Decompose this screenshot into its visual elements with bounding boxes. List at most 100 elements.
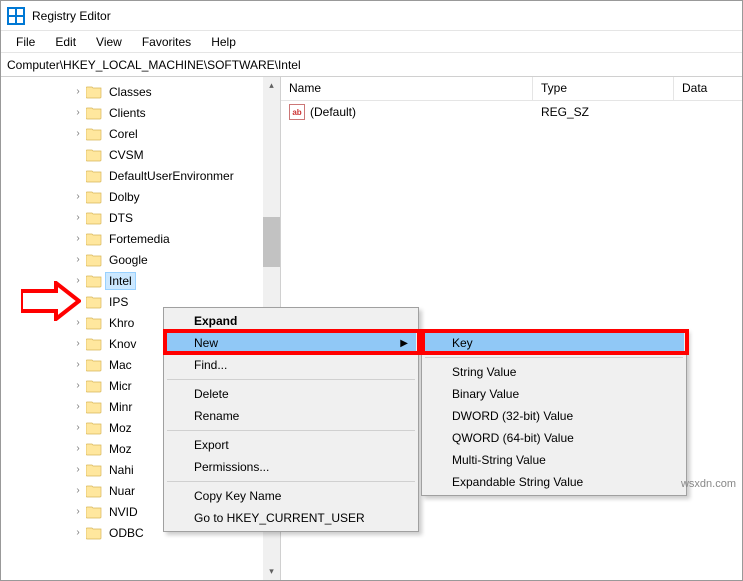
tree-item-label: Moz: [106, 420, 135, 436]
ctx-delete[interactable]: Delete: [166, 383, 416, 405]
expand-icon[interactable]: ›: [71, 254, 85, 265]
ctx-new-string[interactable]: String Value: [424, 361, 684, 383]
tree-item-label: Knov: [106, 336, 139, 352]
tree-item-corel[interactable]: › Corel: [1, 123, 280, 144]
ctx-new-multistring[interactable]: Multi-String Value: [424, 449, 684, 471]
expand-icon[interactable]: ›: [71, 128, 85, 139]
folder-icon: [86, 505, 102, 519]
column-data[interactable]: Data: [674, 77, 742, 100]
ctx-permissions[interactable]: Permissions...: [166, 456, 416, 478]
folder-icon: [86, 526, 102, 540]
menu-help[interactable]: Help: [202, 33, 245, 51]
context-submenu-new: Key String Value Binary Value DWORD (32-…: [421, 329, 687, 496]
value-type: REG_SZ: [533, 105, 674, 119]
column-type[interactable]: Type: [533, 77, 674, 100]
expand-icon[interactable]: ›: [71, 275, 85, 286]
ctx-new-label: New: [194, 336, 218, 350]
folder-icon: [86, 127, 102, 141]
folder-icon: [86, 316, 102, 330]
titlebar: Registry Editor: [1, 1, 742, 31]
expand-icon[interactable]: ›: [71, 191, 85, 202]
tree-item-label: Google: [106, 252, 151, 268]
folder-icon: [86, 421, 102, 435]
tree-item-classes[interactable]: › Classes: [1, 81, 280, 102]
tree-item-label: IPS: [106, 294, 131, 310]
column-name[interactable]: Name: [281, 77, 533, 100]
tree-item-label: NVID: [106, 504, 141, 520]
tree-item-clients[interactable]: › Clients: [1, 102, 280, 123]
tree-item-label: CVSM: [106, 147, 147, 163]
expand-icon[interactable]: ›: [71, 443, 85, 454]
context-menu: Expand New ▶ Find... Delete Rename Expor…: [163, 307, 419, 532]
expand-icon[interactable]: ›: [71, 86, 85, 97]
folder-icon: [86, 274, 102, 288]
tree-item-label: Dolby: [106, 189, 143, 205]
expand-icon[interactable]: ›: [71, 107, 85, 118]
ctx-separator: [167, 430, 415, 431]
menubar: File Edit View Favorites Help: [1, 31, 742, 53]
tree-item-label: Nahi: [106, 462, 137, 478]
menu-file[interactable]: File: [7, 33, 44, 51]
expand-icon[interactable]: ›: [71, 380, 85, 391]
tree-item-google[interactable]: › Google: [1, 249, 280, 270]
tree-item-label: Khro: [106, 315, 137, 331]
ctx-new[interactable]: New ▶: [166, 332, 416, 354]
expand-icon[interactable]: ›: [71, 506, 85, 517]
expand-icon[interactable]: ›: [71, 401, 85, 412]
folder-icon: [86, 337, 102, 351]
tree-item-label: Clients: [106, 105, 149, 121]
ctx-new-expandstring[interactable]: Expandable String Value: [424, 471, 684, 493]
watermark: wsxdn.com: [681, 478, 736, 490]
tree-item-label: Classes: [106, 84, 155, 100]
tree-item-label: Corel: [106, 126, 141, 142]
ctx-export[interactable]: Export: [166, 434, 416, 456]
tree-item-label: Moz: [106, 441, 135, 457]
value-name: (Default): [310, 105, 356, 119]
menu-edit[interactable]: Edit: [46, 33, 85, 51]
list-item[interactable]: ab (Default) REG_SZ: [281, 101, 742, 123]
expand-icon[interactable]: ›: [71, 233, 85, 244]
menu-favorites[interactable]: Favorites: [133, 33, 200, 51]
expand-icon[interactable]: ›: [71, 422, 85, 433]
expand-icon[interactable]: ›: [71, 485, 85, 496]
folder-icon: [86, 379, 102, 393]
expand-icon[interactable]: ›: [71, 464, 85, 475]
folder-icon: [86, 253, 102, 267]
ctx-separator: [167, 379, 415, 380]
scroll-down-icon[interactable]: ▾: [263, 563, 280, 580]
expand-icon[interactable]: ›: [71, 527, 85, 538]
tree-item-label: DTS: [106, 210, 136, 226]
menu-view[interactable]: View: [87, 33, 131, 51]
list-body: ab (Default) REG_SZ: [281, 101, 742, 123]
tree-item-label: DefaultUserEnvironmer: [106, 168, 237, 184]
ctx-separator: [425, 357, 683, 358]
folder-icon: [86, 484, 102, 498]
tree-item-label: Micr: [106, 378, 135, 394]
expand-icon[interactable]: ›: [71, 317, 85, 328]
tree-item-cvsm[interactable]: CVSM: [1, 144, 280, 165]
tree-item-dts[interactable]: › DTS: [1, 207, 280, 228]
scroll-thumb[interactable]: [263, 217, 280, 267]
ctx-new-binary[interactable]: Binary Value: [424, 383, 684, 405]
tree-item-fortemedia[interactable]: ›Fortemedia: [1, 228, 280, 249]
tree-item-label: Mac: [106, 357, 135, 373]
address-bar[interactable]: Computer\HKEY_LOCAL_MACHINE\SOFTWARE\Int…: [1, 53, 742, 77]
ctx-rename[interactable]: Rename: [166, 405, 416, 427]
tree-item-defaultuserenvironment[interactable]: DefaultUserEnvironmer: [1, 165, 280, 186]
expand-icon[interactable]: ›: [71, 296, 85, 307]
folder-icon: [86, 400, 102, 414]
expand-icon[interactable]: ›: [71, 359, 85, 370]
ctx-new-dword[interactable]: DWORD (32-bit) Value: [424, 405, 684, 427]
ctx-goto-hkcu[interactable]: Go to HKEY_CURRENT_USER: [166, 507, 416, 529]
expand-icon[interactable]: ›: [71, 212, 85, 223]
ctx-expand[interactable]: Expand: [166, 310, 416, 332]
ctx-copy-key-name[interactable]: Copy Key Name: [166, 485, 416, 507]
ctx-new-key[interactable]: Key: [424, 332, 684, 354]
tree-item-intel[interactable]: ›Intel: [1, 270, 280, 291]
ctx-find[interactable]: Find...: [166, 354, 416, 376]
tree-item-dolby[interactable]: › Dolby: [1, 186, 280, 207]
expand-icon[interactable]: ›: [71, 338, 85, 349]
ctx-separator: [167, 481, 415, 482]
ctx-new-qword[interactable]: QWORD (64-bit) Value: [424, 427, 684, 449]
scroll-up-icon[interactable]: ▴: [263, 77, 280, 94]
